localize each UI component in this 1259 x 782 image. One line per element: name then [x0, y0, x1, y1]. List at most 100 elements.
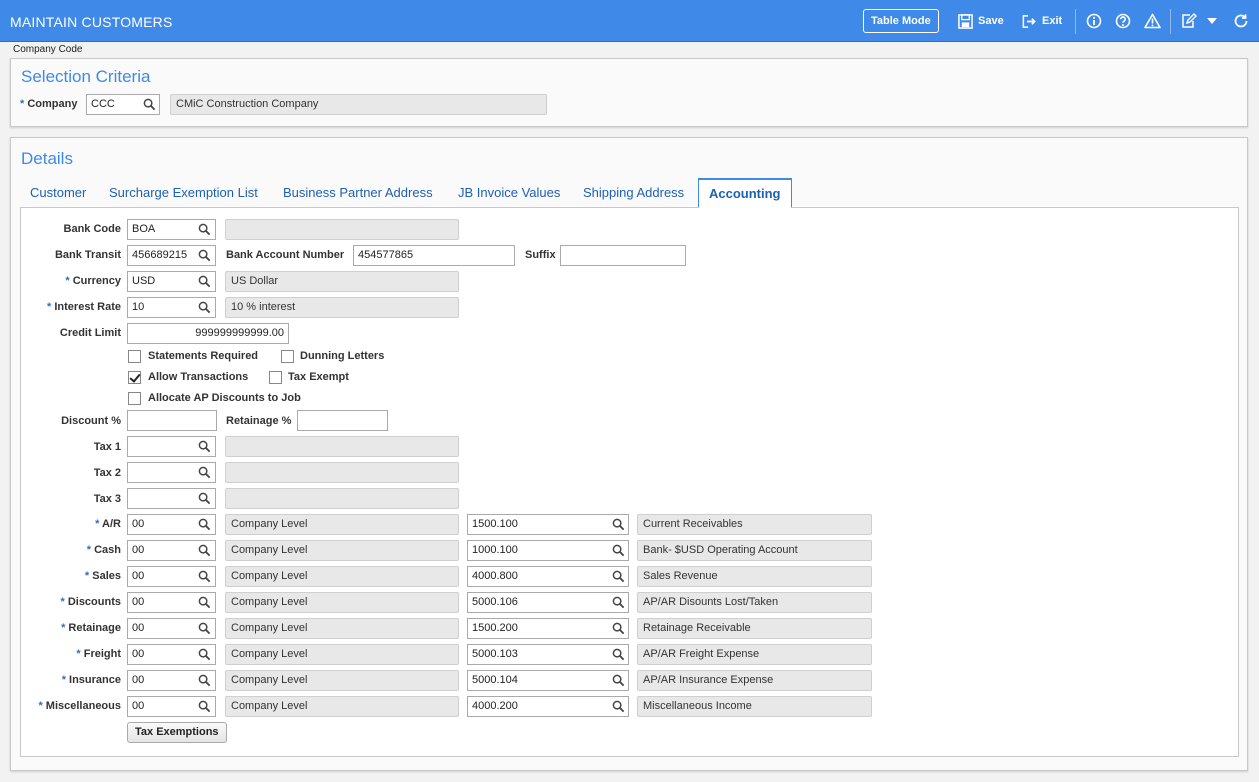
search-icon[interactable] [198, 440, 211, 453]
tab-customer[interactable]: Customer [20, 178, 96, 208]
search-icon[interactable] [612, 544, 625, 557]
edit-icon[interactable] [1180, 12, 1198, 30]
tax-exemptions-button[interactable]: Tax Exemptions [127, 722, 227, 743]
gl-a-r-account-input[interactable]: 1500.100 [467, 514, 629, 535]
gl-discounts-label: * Discounts [60, 596, 121, 608]
search-icon[interactable] [612, 622, 625, 635]
credit-limit-label: Credit Limit [59, 327, 121, 339]
gl-insurance-account-input[interactable]: 5000.104 [467, 670, 629, 691]
tax-3-label: Tax 3 [93, 493, 121, 505]
search-icon[interactable] [198, 492, 211, 505]
gl-a-r-dept-description: Company Level [225, 514, 459, 535]
search-icon[interactable] [198, 674, 211, 687]
page-title: MAINTAIN CUSTOMERS [10, 14, 173, 30]
warning-icon[interactable] [1143, 12, 1161, 30]
gl-discounts-account-input[interactable]: 5000.106 [467, 592, 629, 613]
help-icon[interactable] [1114, 12, 1132, 30]
gl-miscellaneous-account-description: Miscellaneous Income [637, 696, 872, 717]
search-icon[interactable] [198, 518, 211, 531]
exit-button[interactable]: Exit [1021, 12, 1062, 30]
gl-discounts-account-description: AP/AR Disounts Lost/Taken [637, 592, 872, 613]
tab-shipping-address[interactable]: Shipping Address [573, 178, 694, 208]
company-label: * Company [20, 98, 78, 110]
tab-surcharge-exemption-list[interactable]: Surcharge Exemption List [99, 178, 268, 208]
search-icon[interactable] [612, 648, 625, 661]
search-icon[interactable] [612, 596, 625, 609]
save-icon [958, 13, 973, 29]
bank-transit-label: Bank Transit [54, 249, 121, 261]
gl-freight-account-description: AP/AR Freight Expense [637, 644, 872, 665]
save-label: Save [978, 15, 1004, 27]
search-icon[interactable] [612, 700, 625, 713]
tab-accounting[interactable]: Accounting [698, 178, 792, 208]
search-icon[interactable] [198, 622, 211, 635]
refresh-icon[interactable] [1232, 12, 1250, 30]
search-icon[interactable] [198, 544, 211, 557]
gl-freight-account-input[interactable]: 5000.103 [467, 644, 629, 665]
search-icon[interactable] [198, 223, 211, 236]
gl-sales-dept-description: Company Level [225, 566, 459, 587]
table-mode-button[interactable]: Table Mode [863, 9, 939, 33]
save-button[interactable]: Save [958, 12, 1004, 30]
search-icon[interactable] [198, 275, 211, 288]
search-icon[interactable] [198, 301, 211, 314]
gl-sales-account-input[interactable]: 4000.800 [467, 566, 629, 587]
tab-jb-invoice-values[interactable]: JB Invoice Values [448, 178, 570, 208]
gl-a-r-account-description: Current Receivables [637, 514, 872, 535]
bank-code-label: Bank Code [63, 223, 121, 235]
toolbar-divider [1170, 9, 1171, 34]
exit-label: Exit [1042, 15, 1063, 27]
tax-2-label: Tax 2 [93, 467, 121, 479]
gl-cash-account-input[interactable]: 1000.100 [467, 540, 629, 561]
allocate-ap-discounts-label: Allocate AP Discounts to Job [148, 392, 301, 404]
dunning-letters-checkbox[interactable] [281, 350, 294, 363]
search-icon[interactable] [143, 98, 156, 111]
gl-insurance-label: * Insurance [61, 674, 121, 686]
search-icon[interactable] [198, 249, 211, 262]
search-icon[interactable] [612, 518, 625, 531]
bank-code-description [225, 219, 459, 240]
selection-criteria-panel: Selection Criteria * Company CCC CMiC Co… [10, 58, 1248, 127]
gl-insurance-dept-description: Company Level [225, 670, 459, 691]
gl-cash-label: * Cash [86, 544, 121, 556]
app-header: MAINTAIN CUSTOMERS Table Mode Save Exit [0, 0, 1259, 42]
discount-input[interactable] [127, 410, 217, 431]
gl-freight-label: * Freight [76, 648, 121, 660]
gl-retainage-account-input[interactable]: 1500.200 [467, 618, 629, 639]
gl-miscellaneous-account-input[interactable]: 4000.200 [467, 696, 629, 717]
allow-transactions-label: Allow Transactions [148, 371, 249, 383]
tax-3-description [225, 488, 459, 509]
statements-required-checkbox[interactable] [128, 350, 141, 363]
search-icon[interactable] [198, 570, 211, 583]
gl-retainage-account-description: Retainage Receivable [637, 618, 872, 639]
currency-description: US Dollar [225, 271, 459, 292]
allow-transactions-checkbox[interactable] [128, 371, 141, 384]
allocate-ap-discounts-checkbox[interactable] [128, 392, 141, 405]
search-icon[interactable] [198, 596, 211, 609]
tab-business-partner-address[interactable]: Business Partner Address [273, 178, 443, 208]
breadcrumb: Company Code [13, 44, 83, 55]
search-icon[interactable] [198, 648, 211, 661]
statements-required-label: Statements Required [148, 350, 259, 362]
search-icon[interactable] [612, 570, 625, 583]
suffix-input[interactable] [560, 245, 686, 266]
retainage-percent-label: Retainage % [226, 415, 292, 427]
retainage-percent-input[interactable] [297, 410, 388, 431]
search-icon[interactable] [198, 466, 211, 479]
dunning-letters-label: Dunning Letters [300, 350, 385, 362]
bank-account-number-input[interactable]: 454577865 [353, 245, 515, 266]
search-icon[interactable] [198, 700, 211, 713]
search-icon[interactable] [612, 674, 625, 687]
currency-label: * Currency [65, 275, 121, 287]
gl-miscellaneous-dept-description: Company Level [225, 696, 459, 717]
gl-cash-account-description: Bank- $USD Operating Account [637, 540, 872, 561]
chevron-down-icon[interactable] [1203, 12, 1221, 30]
tax-1-description [225, 436, 459, 457]
toolbar-divider [1075, 9, 1076, 34]
info-icon[interactable] [1085, 12, 1103, 30]
credit-limit-input[interactable]: 999999999999.00 [127, 323, 289, 344]
discount-label: Discount % [61, 415, 121, 427]
gl-freight-dept-description: Company Level [225, 644, 459, 665]
interest-rate-description: 10 % interest [225, 297, 459, 318]
tax-exempt-checkbox[interactable] [269, 371, 282, 384]
